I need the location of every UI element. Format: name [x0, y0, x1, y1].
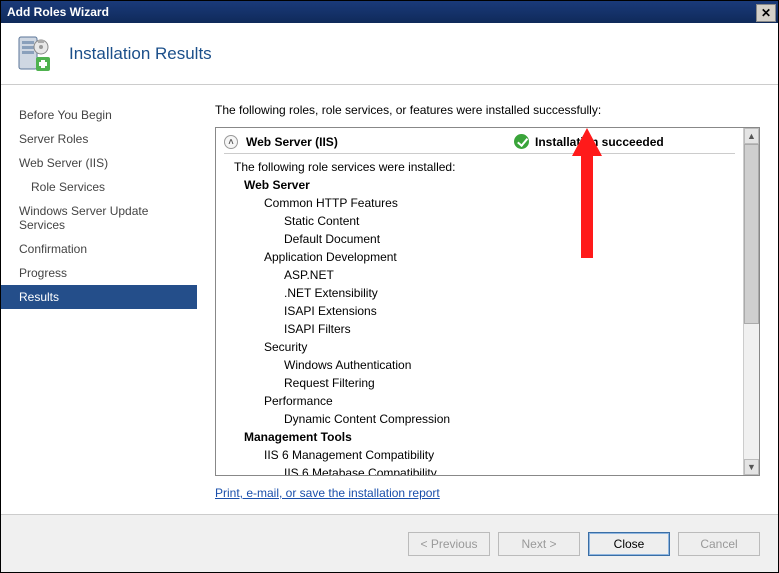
sidebar: Before You BeginServer RolesWeb Server (… [1, 85, 197, 514]
list-item: IIS 6 Management Compatibility [234, 446, 735, 464]
sidebar-item-web-server-iis-[interactable]: Web Server (IIS) [1, 151, 197, 175]
role-status: Installation succeeded [514, 134, 664, 149]
window-title: Add Roles Wizard [7, 5, 109, 19]
titlebar: Add Roles Wizard ✕ [1, 1, 778, 23]
wizard-header: Installation Results [1, 23, 778, 85]
list-item: ASP.NET [234, 266, 735, 284]
previous-button: < Previous [408, 532, 490, 556]
list-item: Web Server [234, 176, 735, 194]
sidebar-item-server-roles[interactable]: Server Roles [1, 127, 197, 151]
list-item: Application Development [234, 248, 735, 266]
results-box: ˄ Web Server (IIS) Installation succeeded T… [215, 127, 760, 476]
list-item: Management Tools [234, 428, 735, 446]
list-item: ISAPI Extensions [234, 302, 735, 320]
main-panel: The following roles, role services, or f… [197, 85, 778, 514]
role-caption: The following role services were install… [224, 158, 735, 176]
window-close-button[interactable]: ✕ [756, 4, 776, 22]
wizard-window: Add Roles Wizard ✕ Installation Results … [0, 0, 779, 573]
scroll-track[interactable] [744, 144, 759, 459]
close-button[interactable]: Close [588, 532, 670, 556]
list-item: Security [234, 338, 735, 356]
list-item: Static Content [234, 212, 735, 230]
wizard-body: Before You BeginServer RolesWeb Server (… [1, 85, 778, 514]
success-check-icon [514, 134, 529, 149]
sidebar-item-windows-server-update-services[interactable]: Windows Server Update Services [1, 199, 197, 237]
report-link-row: Print, e-mail, or save the installation … [215, 476, 760, 514]
list-item: Common HTTP Features [234, 194, 735, 212]
list-item: Windows Authentication [234, 356, 735, 374]
chevron-up-icon[interactable]: ˄ [224, 135, 238, 149]
scroll-down-button[interactable]: ▼ [744, 459, 759, 475]
list-item: IIS 6 Metabase Compatibility [234, 464, 735, 475]
intro-text: The following roles, role services, or f… [215, 103, 760, 117]
role-status-text: Installation succeeded [535, 135, 664, 149]
list-item: Default Document [234, 230, 735, 248]
cancel-button: Cancel [678, 532, 760, 556]
scroll-thumb[interactable] [744, 144, 759, 324]
role-header: ˄ Web Server (IIS) Installation succeeded [224, 132, 735, 154]
button-bar: < Previous Next > Close Cancel [1, 514, 778, 572]
list-item: .NET Extensibility [234, 284, 735, 302]
role-services-list: Web ServerCommon HTTP FeaturesStatic Con… [224, 176, 735, 475]
server-roles-icon [13, 33, 55, 75]
page-title: Installation Results [69, 44, 212, 64]
print-report-link[interactable]: Print, e-mail, or save the installation … [215, 486, 440, 500]
list-item: Performance [234, 392, 735, 410]
next-button: Next > [498, 532, 580, 556]
sidebar-item-confirmation[interactable]: Confirmation [1, 237, 197, 261]
role-name: Web Server (IIS) [246, 135, 338, 149]
list-item: Request Filtering [234, 374, 735, 392]
scroll-up-button[interactable]: ▲ [744, 128, 759, 144]
results-content: ˄ Web Server (IIS) Installation succeeded T… [216, 128, 743, 475]
scrollbar[interactable]: ▲ ▼ [743, 128, 759, 475]
list-item: Dynamic Content Compression [234, 410, 735, 428]
list-item: ISAPI Filters [234, 320, 735, 338]
sidebar-item-role-services[interactable]: Role Services [1, 175, 197, 199]
sidebar-item-progress[interactable]: Progress [1, 261, 197, 285]
sidebar-item-before-you-begin[interactable]: Before You Begin [1, 103, 197, 127]
sidebar-item-results[interactable]: Results [1, 285, 197, 309]
